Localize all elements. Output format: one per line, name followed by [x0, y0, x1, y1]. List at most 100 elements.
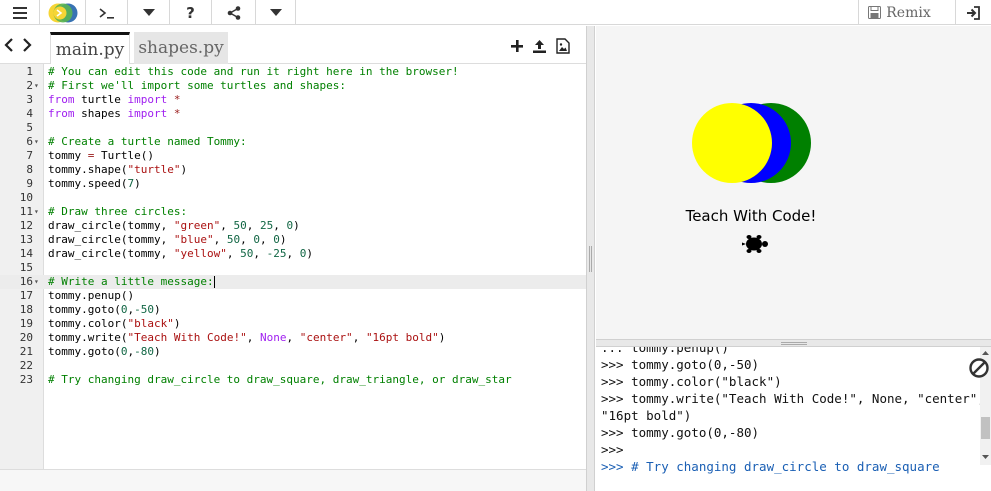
remix-label: Remix	[886, 4, 931, 21]
code-text: draw_circle(tommy, "green", 50, 25, 0)	[48, 219, 300, 232]
code-line[interactable]: 7 tommy = Turtle()	[0, 149, 586, 163]
line-number: 14	[19, 247, 33, 260]
code-line[interactable]: 21 tommy.goto(0,-80)	[0, 345, 586, 359]
turtle-canvas: Teach With Code!	[596, 26, 991, 339]
tab-shapes-py[interactable]: shapes.py	[134, 32, 228, 64]
code-line[interactable]: 19 tommy.color("black")	[0, 317, 586, 331]
line-number: 4	[26, 107, 33, 120]
code-text: draw_circle(tommy, "yellow", 50, -25, 0)	[48, 247, 313, 260]
tab-label: shapes.py	[138, 38, 224, 58]
line-number: 8	[26, 163, 33, 176]
scroll-down-icon[interactable]	[980, 453, 991, 461]
code-text: # Draw three circles:	[48, 205, 188, 218]
tab-scroll-arrows	[0, 34, 36, 56]
line-number: 21	[19, 345, 33, 358]
code-line[interactable]: 20 tommy.write("Teach With Code!", None, …	[0, 331, 586, 345]
fold-arrow-icon[interactable]: ▾	[34, 79, 42, 93]
console-line: >>> tommy.goto(0,-80)	[601, 425, 760, 440]
code-text: # Write a little message:	[48, 275, 215, 288]
code-text: draw_circle(tommy, "blue", 50, 0, 0)	[48, 233, 287, 246]
code-line[interactable]: 14 draw_circle(tommy, "yellow", 50, -25, …	[0, 247, 586, 261]
vertical-splitter[interactable]	[586, 26, 595, 491]
chevron-right-icon[interactable]	[22, 38, 32, 52]
clear-console-icon[interactable]	[968, 357, 990, 379]
code-editor[interactable]: 1 # You can edit this code and run it rig…	[0, 64, 586, 469]
line-number: 6	[26, 135, 33, 148]
code-text: from shapes import *	[48, 107, 181, 120]
share-menu-chevron-icon[interactable]	[256, 0, 296, 25]
chevron-left-icon[interactable]	[4, 38, 14, 52]
code-text: tommy.shape("turtle")	[48, 163, 188, 176]
line-number: 23	[19, 373, 33, 386]
code-line[interactable]: 12 draw_circle(tommy, "green", 50, 25, 0)	[0, 219, 586, 233]
python-console[interactable]: ... tommy.penup() >>> tommy.goto(0,-50) …	[596, 347, 991, 491]
code-line[interactable]: 5	[0, 121, 586, 135]
line-number: 22	[19, 359, 33, 372]
console-line: >>> # Try changing draw_circle to draw_s…	[601, 459, 940, 474]
code-line[interactable]: 11 ▾ # Draw three circles:	[0, 205, 586, 219]
editor-footer	[0, 469, 586, 491]
code-line[interactable]: 4 from shapes import *	[0, 107, 586, 121]
code-text: # First we'll import some turtles and sh…	[48, 79, 347, 92]
line-number: 1	[26, 65, 33, 78]
scrollbar-thumb[interactable]	[981, 417, 990, 439]
fold-arrow-icon[interactable]: ▾	[34, 275, 42, 289]
console-line: ... tommy.penup()	[601, 347, 729, 355]
line-number: 15	[19, 261, 33, 274]
run-button[interactable]	[40, 0, 86, 25]
console-line: "16pt bold")	[601, 408, 692, 423]
code-text: tommy.color("black")	[48, 317, 181, 330]
code-line[interactable]: 8 tommy.shape("turtle")	[0, 163, 586, 177]
code-line[interactable]: 22	[0, 359, 586, 373]
horizontal-splitter[interactable]	[596, 339, 991, 347]
code-line[interactable]: 13 draw_circle(tommy, "blue", 50, 0, 0)	[0, 233, 586, 247]
help-icon[interactable]: ?	[170, 0, 212, 25]
line-number: 10	[19, 191, 33, 204]
line-number: 9	[26, 177, 33, 190]
line-number: 13	[19, 233, 33, 246]
add-file-icon[interactable]	[510, 39, 524, 53]
line-number: 19	[19, 317, 33, 330]
code-line[interactable]: 9 tommy.speed(7)	[0, 177, 586, 191]
console-icon[interactable]	[86, 0, 128, 25]
remix-button[interactable]: Remix	[858, 0, 940, 25]
code-line[interactable]: 17 tommy.penup()	[0, 289, 586, 303]
code-line[interactable]: 23 # Try changing draw_circle to draw_squ…	[0, 373, 586, 387]
share-icon[interactable]	[212, 0, 256, 25]
splitter-grip	[781, 342, 807, 345]
code-text: # Create a turtle named Tommy:	[48, 135, 247, 148]
tab-actions	[510, 36, 570, 56]
code-line[interactable]: 16 ▾ # Write a little message:	[0, 275, 586, 289]
tab-label: main.py	[55, 39, 125, 60]
hamburger-menu-icon[interactable]	[0, 0, 40, 25]
code-text: tommy.penup()	[48, 289, 135, 302]
login-icon[interactable]	[955, 0, 991, 25]
console-line: >>> tommy.write("Teach With Code!", None…	[601, 391, 985, 406]
code-text: tommy.goto(0,-50)	[48, 303, 161, 316]
code-line[interactable]: 15	[0, 261, 586, 275]
upload-icon[interactable]	[532, 39, 547, 54]
chevron-down-icon[interactable]	[128, 0, 170, 25]
turtle-drawing: Teach With Code!	[685, 103, 817, 253]
fold-arrow-icon[interactable]: ▾	[34, 205, 42, 219]
editor-tab-bar: main.py shapes.py	[0, 26, 586, 64]
code-line[interactable]: 1 # You can edit this code and run it rig…	[0, 65, 586, 79]
console-line: >>> tommy.color("black")	[601, 374, 782, 389]
code-text: tommy.speed(7)	[48, 177, 141, 190]
code-text: from turtle import *	[48, 93, 181, 106]
console-line: >>> tommy.goto(0,-50)	[601, 357, 760, 372]
code-text: tommy.goto(0,-80)	[48, 345, 161, 358]
line-number: 11	[19, 205, 33, 218]
line-number: 5	[26, 121, 33, 134]
image-file-icon[interactable]	[556, 38, 570, 54]
code-text: tommy = Turtle()	[48, 149, 154, 162]
code-line[interactable]: 10	[0, 191, 586, 205]
code-line[interactable]: 2 ▾ # First we'll import some turtles and …	[0, 79, 586, 93]
code-line[interactable]: 18 tommy.goto(0,-50)	[0, 303, 586, 317]
canvas-message: Teach With Code!	[685, 207, 817, 225]
tab-main-py[interactable]: main.py	[50, 32, 130, 64]
fold-arrow-icon[interactable]: ▾	[34, 135, 42, 149]
code-line[interactable]: 6 ▾ # Create a turtle named Tommy:	[0, 135, 586, 149]
scroll-up-icon[interactable]	[980, 349, 991, 357]
code-line[interactable]: 3 from turtle import *	[0, 93, 586, 107]
